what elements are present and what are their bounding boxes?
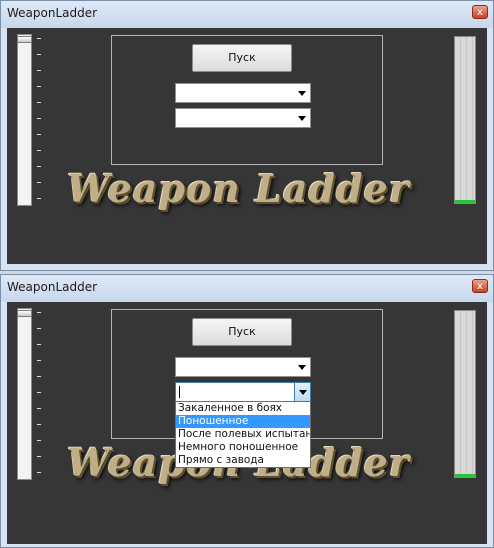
combo-box-2[interactable] bbox=[175, 382, 311, 402]
slider-tick bbox=[37, 456, 41, 457]
chevron-down-icon bbox=[298, 365, 306, 370]
slider-tick bbox=[37, 360, 41, 361]
chevron-down-icon bbox=[298, 91, 306, 96]
level-meter-fill bbox=[455, 199, 475, 203]
app-window: WeaponLadder x Пуск Weapon Ladder bbox=[0, 0, 494, 271]
level-meter bbox=[454, 310, 476, 478]
slider-ticks bbox=[37, 312, 43, 477]
slider-tick bbox=[37, 118, 41, 119]
title-bar: WeaponLadder x bbox=[1, 1, 493, 28]
close-button[interactable]: x bbox=[472, 279, 488, 293]
client-area: Пуск Weapon Ladder bbox=[7, 28, 487, 264]
slider-tick bbox=[37, 70, 41, 71]
slider-tick bbox=[37, 198, 41, 199]
slider-tick bbox=[37, 150, 41, 151]
client-area: Пуск Weapon Ladder Закаленное в боях Пон… bbox=[7, 302, 487, 544]
window-title: WeaponLadder bbox=[7, 280, 98, 294]
slider-tick bbox=[37, 424, 41, 425]
app-window-dropdown-open: WeaponLadder x Пуск Weapon Ladder Закале… bbox=[0, 274, 494, 548]
slider-tick bbox=[37, 408, 41, 409]
slider-tick bbox=[37, 344, 41, 345]
slider-tick bbox=[37, 38, 41, 39]
window-title: WeaponLadder bbox=[7, 6, 98, 20]
slider-tick bbox=[37, 182, 41, 183]
slider-tick bbox=[37, 472, 41, 473]
text-caret bbox=[179, 386, 180, 398]
close-button[interactable]: x bbox=[472, 5, 488, 19]
slider-tick bbox=[37, 328, 41, 329]
slider-tick bbox=[37, 54, 41, 55]
slider-ticks bbox=[37, 38, 43, 203]
dropdown-option[interactable]: Закаленное в боях bbox=[176, 402, 310, 415]
slider-tick bbox=[37, 134, 41, 135]
volume-slider[interactable] bbox=[17, 308, 32, 480]
combo-dropdown-button[interactable] bbox=[294, 383, 310, 401]
combo-box-2[interactable] bbox=[175, 108, 311, 128]
chevron-down-icon bbox=[299, 390, 307, 395]
close-icon: x bbox=[477, 281, 483, 292]
level-meter bbox=[454, 36, 476, 204]
combo-box-1[interactable] bbox=[175, 83, 311, 103]
dropdown-option[interactable]: Немного поношенное bbox=[176, 441, 310, 454]
slider-tick bbox=[37, 392, 41, 393]
combo-box-1[interactable] bbox=[175, 357, 311, 377]
level-meter-fill bbox=[455, 473, 475, 477]
slider-tick bbox=[37, 166, 41, 167]
slider-tick bbox=[37, 102, 41, 103]
start-button[interactable]: Пуск bbox=[192, 44, 292, 72]
volume-slider[interactable] bbox=[17, 34, 32, 206]
combo-dropdown-list: Закаленное в боях Поношенное После полев… bbox=[175, 401, 311, 468]
dropdown-option[interactable]: Прямо с завода bbox=[176, 454, 310, 467]
title-bar: WeaponLadder x bbox=[1, 275, 493, 302]
slider-tick bbox=[37, 86, 41, 87]
slider-tick bbox=[37, 440, 41, 441]
close-icon: x bbox=[477, 7, 483, 18]
chevron-down-icon bbox=[298, 116, 306, 121]
slider-tick bbox=[37, 376, 41, 377]
weapon-ladder-logo: Weapon Ladder bbox=[67, 166, 410, 211]
start-button[interactable]: Пуск bbox=[192, 318, 292, 346]
slider-tick bbox=[37, 312, 41, 313]
dropdown-option[interactable]: После полевых испытаний bbox=[176, 428, 310, 441]
slider-thumb[interactable] bbox=[17, 310, 32, 317]
dropdown-option-selected[interactable]: Поношенное bbox=[176, 415, 310, 428]
slider-thumb[interactable] bbox=[17, 36, 32, 43]
